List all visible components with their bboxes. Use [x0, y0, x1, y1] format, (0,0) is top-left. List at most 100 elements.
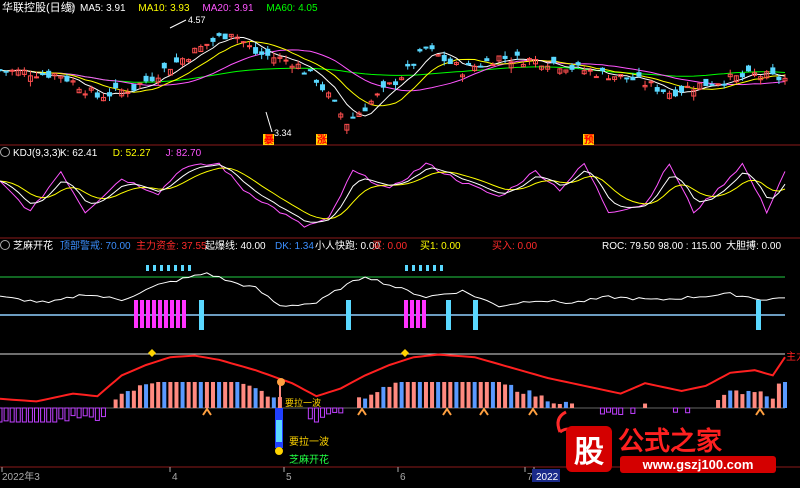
hist-bar	[393, 382, 398, 408]
candle-body	[679, 85, 685, 93]
hist-bar	[76, 407, 82, 419]
hist-bar	[168, 382, 173, 408]
indicator-value: 买: 0.00	[372, 240, 407, 252]
candle-body	[715, 83, 721, 86]
hist-bar	[618, 407, 624, 415]
candle-body	[313, 79, 319, 83]
cyan-bar	[756, 300, 761, 330]
kdj-k-line	[0, 164, 786, 223]
hist-bar	[363, 398, 368, 408]
hist-bar	[326, 407, 332, 415]
hist-bar	[442, 382, 447, 408]
indicator-value: DK: 1.34	[275, 241, 314, 252]
candle-body	[709, 83, 715, 86]
hist-bar	[40, 407, 46, 423]
candle-body	[240, 41, 246, 44]
signal-bar	[164, 300, 168, 328]
candle-body	[149, 76, 155, 82]
hist-bar	[125, 391, 130, 408]
peak-diamond	[148, 349, 156, 357]
legend-value: J: 82.70	[166, 148, 202, 159]
signal-column-inner	[276, 420, 282, 442]
hist-bar	[417, 382, 422, 408]
peak-diamond	[401, 349, 409, 357]
indicator-panel-header: 芝麻开花 顶部警戒: 70.00 主力资金: 37.55起爆线: 40.00 DK:…	[0, 239, 781, 252]
candle-body	[259, 51, 265, 55]
hist-bar	[21, 407, 27, 423]
hist-bar	[27, 407, 33, 423]
hist-bar	[174, 382, 179, 408]
hist-bar	[728, 390, 733, 408]
hist-bar	[52, 407, 58, 423]
hist-bar	[472, 382, 477, 408]
hist-bar	[734, 390, 739, 408]
hist-bar	[630, 407, 636, 414]
hist-bar	[740, 394, 745, 408]
axis-label: 2022	[536, 472, 559, 483]
hist-bar	[313, 407, 319, 423]
hist-bar	[570, 403, 575, 408]
hist-bar	[539, 395, 544, 408]
kdj-settings-icon[interactable]	[0, 147, 10, 157]
hist-bar	[685, 407, 691, 414]
cyan-bar	[199, 300, 204, 330]
signal-bar	[416, 300, 420, 328]
hist-bar	[70, 407, 76, 417]
candle-body	[630, 76, 636, 81]
logo-name: 公式之家	[618, 426, 722, 456]
top-dash	[419, 265, 422, 271]
candle-body	[575, 62, 581, 66]
signal-bar	[158, 300, 162, 328]
candle-body	[484, 58, 490, 62]
hist-bar	[131, 390, 136, 408]
indicator-value: 顶部警戒: 70.00	[60, 239, 131, 252]
candle-body	[0, 69, 3, 72]
hist-bar	[411, 382, 416, 408]
indicator-settings-icon[interactable]	[0, 240, 10, 250]
candle-body	[265, 48, 271, 56]
settings-icon-glyph: ⚙	[67, 3, 74, 12]
signal-tag: 暴	[263, 133, 275, 146]
axis-label: 5	[286, 472, 292, 483]
hist-bar	[423, 382, 428, 408]
hist-bar	[448, 382, 453, 408]
signal-bar	[152, 300, 156, 328]
top-dash	[167, 265, 170, 271]
hist-bar	[746, 390, 751, 408]
candle-body	[216, 33, 222, 36]
kdj-panel-header: KDJ(9,3,3) K: 62.41 D: 52.27 J: 82.70	[0, 147, 202, 159]
candle-body	[3, 70, 9, 73]
logo-char: 股	[574, 436, 604, 469]
candle-body	[660, 89, 666, 93]
hist-bar	[606, 407, 612, 413]
hist-bar	[357, 397, 362, 408]
candle-body	[423, 46, 429, 49]
hist-bar	[466, 382, 471, 408]
top-dash	[412, 265, 415, 271]
indicator-value: 大胆搏: 0.00	[726, 239, 781, 252]
main-panel-header: 华联控股(日线) ⚙ MA5: 3.91 MA10: 3.93 MA20: 3.91…	[2, 0, 318, 14]
hist-bar	[484, 382, 489, 408]
candle-body	[253, 47, 259, 54]
candle-body	[161, 62, 167, 69]
axis-label: 2022年3	[2, 470, 40, 483]
kdj-title: KDJ(9,3,3)	[13, 148, 61, 159]
candle-body	[350, 116, 356, 119]
hist-bar	[643, 403, 648, 408]
signal-bar	[182, 300, 186, 328]
hist-bar	[156, 382, 161, 408]
hist-bar	[265, 396, 270, 408]
candle-body	[411, 63, 417, 66]
annotation-pull: 要拉一波	[289, 435, 329, 448]
candle-body	[393, 81, 399, 86]
hist-bar	[259, 390, 264, 408]
hist-bar	[783, 382, 787, 408]
hist-bar	[113, 399, 118, 408]
buy-chevron	[479, 407, 489, 416]
hist-bar	[192, 382, 197, 408]
legend-value: MA10: 3.93	[138, 3, 190, 14]
annotation-bloom: 芝麻开花	[289, 453, 329, 466]
hist-bar	[320, 407, 326, 418]
hist-bar	[503, 384, 508, 408]
signal-tag: 涨	[317, 133, 327, 146]
